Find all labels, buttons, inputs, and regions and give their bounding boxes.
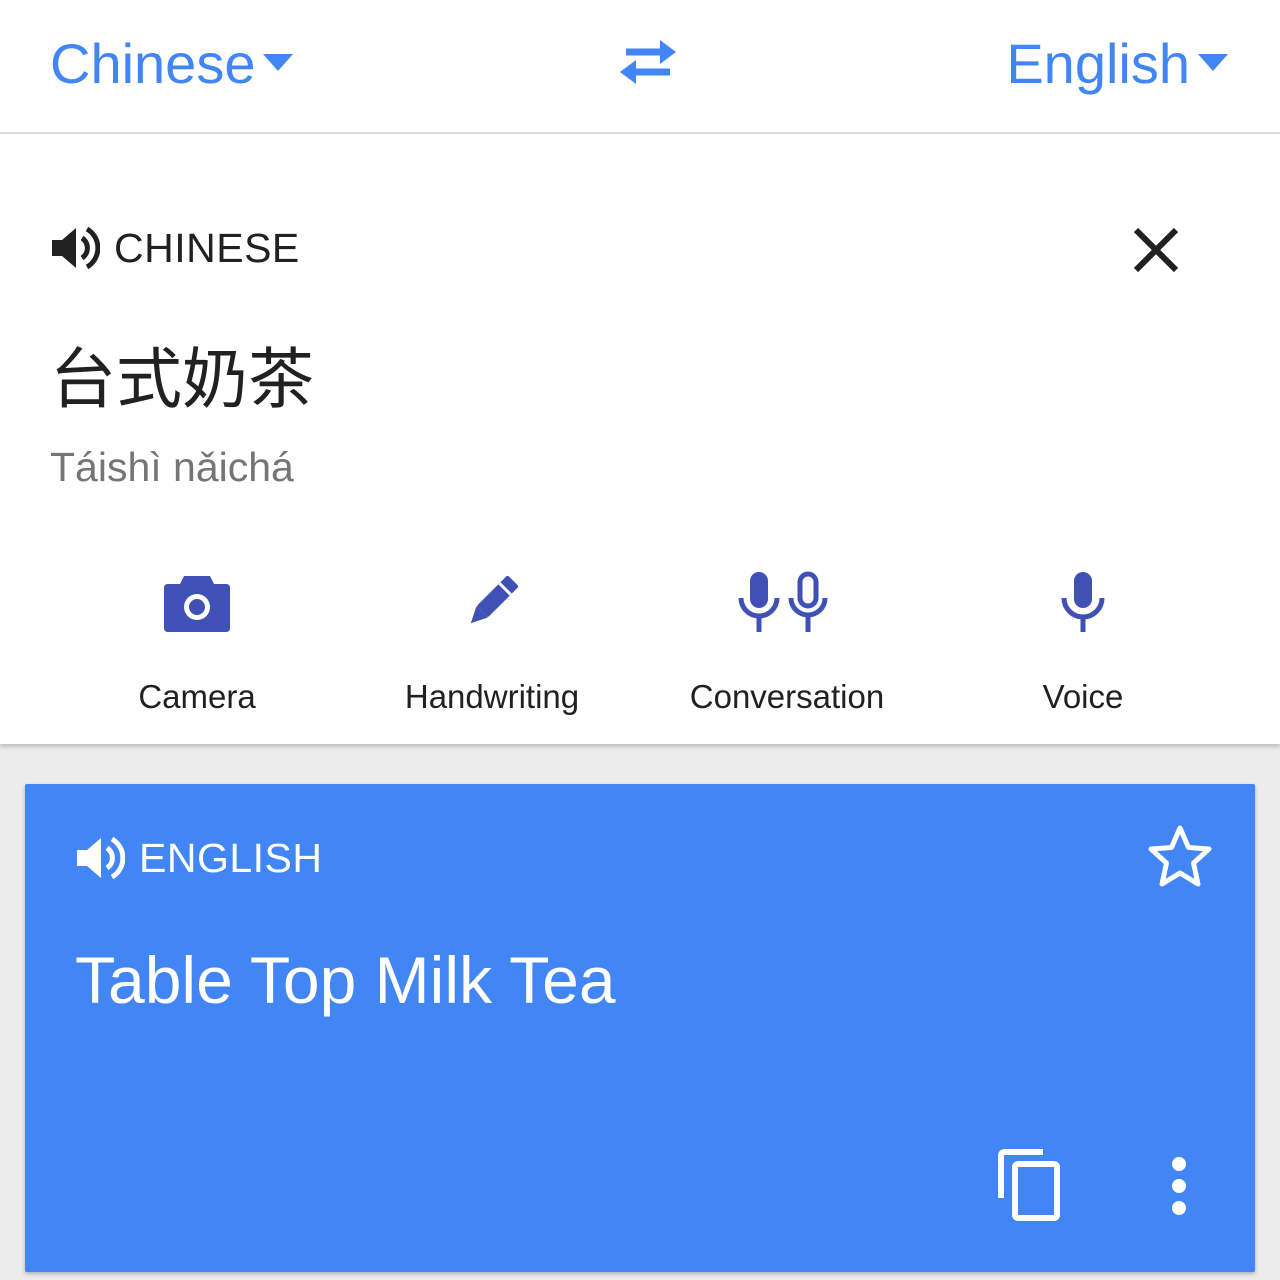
two-microphones-icon (737, 552, 837, 652)
speaker-icon (52, 226, 100, 270)
source-input-card: CHINESE 台式奶茶 Táishì nǎichá Camera Handwr… (0, 134, 1280, 744)
language-bar: Chinese English (0, 0, 1280, 134)
close-icon (1133, 227, 1179, 273)
handwriting-tool-button[interactable]: Handwriting (372, 552, 612, 722)
copy-icon (998, 1149, 1060, 1221)
speaker-icon (77, 836, 125, 880)
target-language-label: English (1006, 31, 1190, 95)
camera-tool-label: Camera (138, 678, 256, 715)
source-language-selector[interactable]: Chinese (50, 30, 294, 96)
pen-icon (460, 552, 524, 652)
clear-input-button[interactable] (1124, 218, 1188, 282)
handwriting-tool-label: Handwriting (404, 678, 580, 715)
result-header: ENGLISH (75, 832, 323, 884)
source-text[interactable]: 台式奶茶 (50, 326, 314, 422)
voice-tool-label: Voice (1042, 678, 1124, 715)
microphone-icon (1058, 552, 1108, 652)
source-romanization: Táishì nǎichá (50, 444, 294, 490)
listen-source-button[interactable] (50, 223, 100, 273)
more-options-button[interactable] (1159, 1154, 1199, 1218)
more-vert-icon (1172, 1157, 1186, 1215)
listen-translation-button[interactable] (75, 833, 125, 883)
dropdown-arrow-icon (263, 54, 294, 72)
conversation-tool-label: Conversation (689, 678, 885, 715)
source-language-heading: CHINESE (114, 224, 300, 271)
translation-result-card[interactable]: ENGLISH Table Top Milk Tea (25, 784, 1255, 1272)
save-phrase-button[interactable] (1147, 824, 1213, 890)
conversation-tool-button[interactable]: Conversation (667, 552, 907, 722)
copy-translation-button[interactable] (995, 1148, 1065, 1222)
result-language-heading: ENGLISH (139, 834, 323, 881)
swap-arrows-icon (620, 40, 676, 84)
source-language-label: Chinese (50, 31, 256, 95)
translated-text: Table Top Milk Tea (75, 943, 616, 1017)
camera-icon (164, 552, 230, 652)
dropdown-arrow-icon (1198, 54, 1228, 72)
swap-languages-button[interactable] (612, 32, 682, 92)
camera-tool-button[interactable]: Camera (77, 552, 317, 722)
source-header: CHINESE (50, 222, 300, 274)
target-language-selector[interactable]: English (1006, 30, 1228, 96)
voice-tool-button[interactable]: Voice (963, 552, 1203, 722)
star-outline-icon (1148, 825, 1212, 887)
